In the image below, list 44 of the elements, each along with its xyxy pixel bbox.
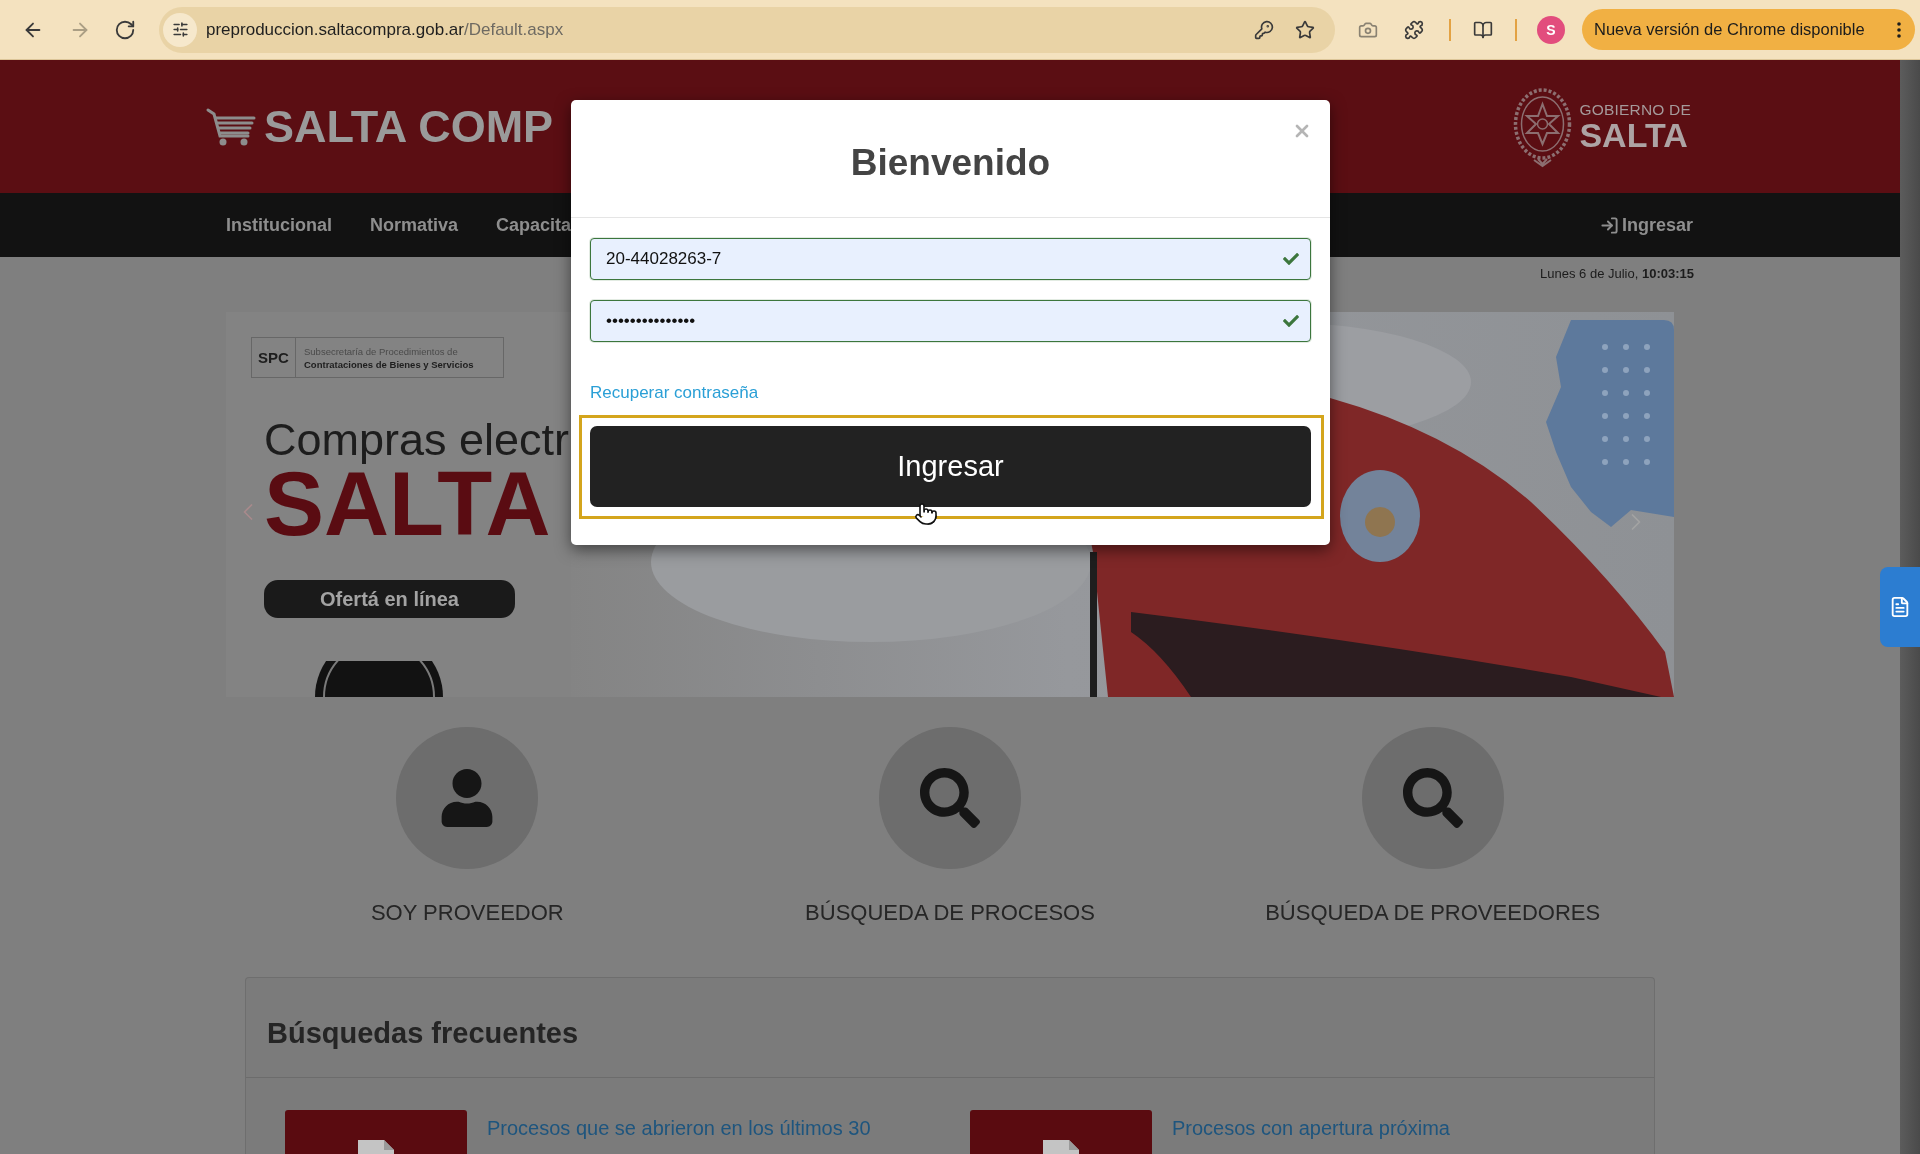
- cart-icon: [206, 107, 256, 146]
- reload-icon: [114, 18, 136, 41]
- panel-title: Búsquedas frecuentes: [267, 1017, 579, 1050]
- sliders-icon: [171, 21, 189, 38]
- scrollbar-track[interactable]: [1900, 60, 1920, 1154]
- update-button[interactable]: Nueva versión de Chrome disponible: [1582, 9, 1915, 50]
- puzzle-icon: [1404, 19, 1424, 40]
- login-link[interactable]: Ingresar: [1599, 214, 1693, 236]
- logo-subtitle: GOBIERNO DE: [1579, 100, 1691, 118]
- feature-link[interactable]: BÚSQUEDA DE PROCESOS: [805, 727, 1095, 925]
- document-icon: [1043, 1140, 1079, 1154]
- logo-title: SALTA: [1579, 118, 1689, 152]
- login-icon: [1599, 215, 1619, 235]
- site-settings-button[interactable]: [163, 12, 197, 47]
- address-bar[interactable]: preproduccion.saltacompra.gob.ar/Default.aspx: [159, 6, 1335, 53]
- profile-button[interactable]: S: [1537, 15, 1565, 44]
- feature-link[interactable]: SOY PROVEEDOR: [370, 727, 564, 925]
- site-logo[interactable]: SALTA COMP: [206, 104, 554, 149]
- feature-link[interactable]: BÚSQUEDA DE PROVEEDORES: [1265, 727, 1601, 925]
- seal-icon: [1512, 85, 1574, 168]
- star-icon: [1295, 19, 1315, 40]
- hand-cursor-icon: [914, 502, 938, 526]
- date-time-text: Lunes 6 de Julio, 10:03:15: [1540, 266, 1694, 281]
- nav-link[interactable]: Institucional: [226, 214, 332, 236]
- nav-link[interactable]: Normativa: [370, 214, 459, 236]
- key-icon: [1254, 19, 1274, 40]
- recover-password-link[interactable]: Recuperar contraseña: [590, 383, 759, 403]
- check-icon: [1283, 251, 1299, 267]
- banner-headline: Compras electr: [264, 417, 570, 462]
- badge-title: Contrataciones de Bienes y Servicios: [304, 358, 474, 370]
- offer-button[interactable]: Ofertá en línea: [264, 580, 515, 618]
- check-icon: [1283, 313, 1299, 329]
- login-button[interactable]: Ingresar: [590, 426, 1311, 507]
- dialog-title: Bienvenido: [850, 143, 1051, 184]
- book-icon: [1473, 19, 1493, 40]
- more-icon: [1897, 21, 1901, 38]
- document-icon: [1889, 596, 1911, 618]
- nav-link[interactable]: Capacita: [496, 214, 572, 236]
- side-tab-button[interactable]: [1880, 567, 1920, 647]
- url-text: preproduccion.saltacompra.gob.ar/Default.aspx: [206, 19, 565, 40]
- password-field[interactable]: •••••••••••••••: [590, 300, 1311, 342]
- document-icon: [358, 1140, 394, 1154]
- badge-abbreviation: SPC: [252, 338, 296, 377]
- username-field[interactable]: 20-44028263-7: [590, 238, 1311, 280]
